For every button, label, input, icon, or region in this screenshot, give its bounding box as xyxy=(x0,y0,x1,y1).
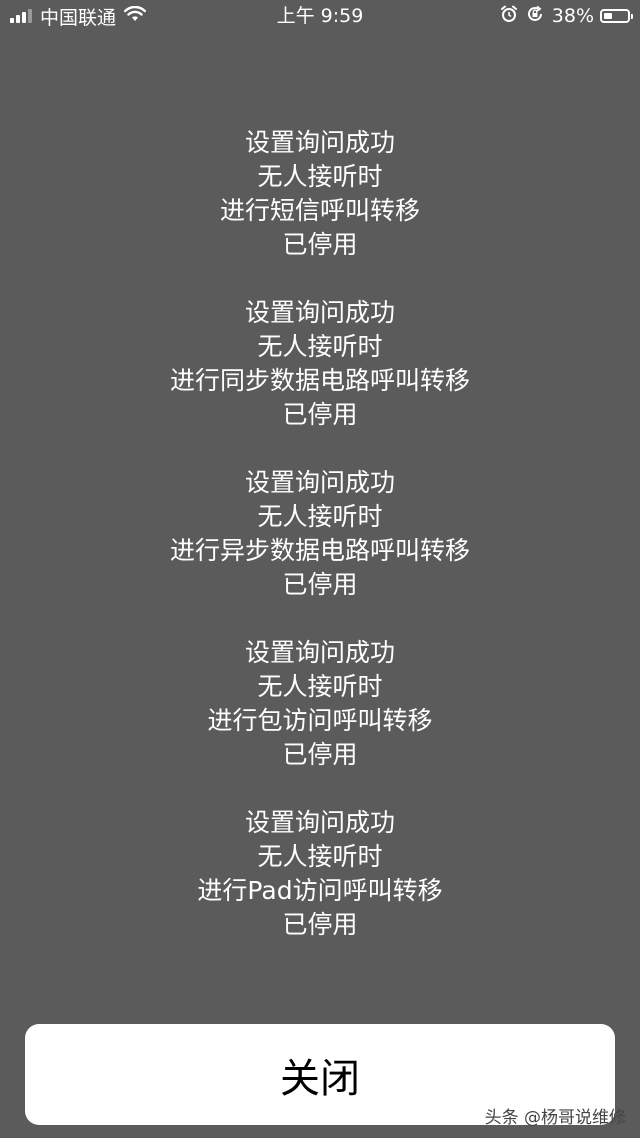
message-line: 进行同步数据电路呼叫转移 xyxy=(169,366,470,395)
message-line: 进行异步数据电路呼叫转移 xyxy=(169,536,470,565)
message-block: 设置询问成功 无人接听时 进行包访问呼叫转移 已停用 xyxy=(0,636,640,772)
message-list: 设置询问成功 无人接听时 进行短信呼叫转移 已停用 设置询问成功 无人接听时 进… xyxy=(0,126,640,976)
message-line: 已停用 xyxy=(282,400,358,429)
message-line: 无人接听时 xyxy=(257,162,383,191)
message-line: 无人接听时 xyxy=(257,502,383,531)
message-line: 设置询问成功 xyxy=(244,298,395,327)
alarm-icon xyxy=(500,5,518,28)
message-block: 设置询问成功 无人接听时 进行异步数据电路呼叫转移 已停用 xyxy=(0,466,640,602)
status-bar: 中国联通 上午 9:59 38% xyxy=(0,0,640,32)
message-line: 已停用 xyxy=(282,910,358,939)
message-block: 设置询问成功 无人接听时 进行同步数据电路呼叫转移 已停用 xyxy=(0,296,640,432)
message-block: 设置询问成功 无人接听时 进行Pad访问呼叫转移 已停用 xyxy=(0,806,640,942)
battery-icon xyxy=(600,9,633,23)
status-bar-right: 38% xyxy=(500,4,633,28)
message-line: 进行Pad访问呼叫转移 xyxy=(197,876,443,905)
message-line: 无人接听时 xyxy=(257,672,383,701)
message-line: 已停用 xyxy=(282,570,358,599)
rotation-lock-icon xyxy=(526,5,544,28)
message-line: 已停用 xyxy=(282,230,358,259)
battery-fill xyxy=(604,13,612,19)
message-line: 进行包访问呼叫转移 xyxy=(207,706,433,735)
message-line: 无人接听时 xyxy=(257,842,383,871)
message-block: 设置询问成功 无人接听时 进行短信呼叫转移 已停用 xyxy=(0,126,640,262)
watermark: 头条 @杨哥说维修 xyxy=(484,1108,626,1128)
message-line: 设置询问成功 xyxy=(244,638,395,667)
message-line: 已停用 xyxy=(282,740,358,769)
message-line: 设置询问成功 xyxy=(244,468,395,497)
battery-percentage: 38% xyxy=(551,5,594,27)
message-line: 设置询问成功 xyxy=(244,808,395,837)
message-line: 设置询问成功 xyxy=(244,128,395,157)
message-line: 进行短信呼叫转移 xyxy=(219,196,420,225)
message-line: 无人接听时 xyxy=(257,332,383,361)
